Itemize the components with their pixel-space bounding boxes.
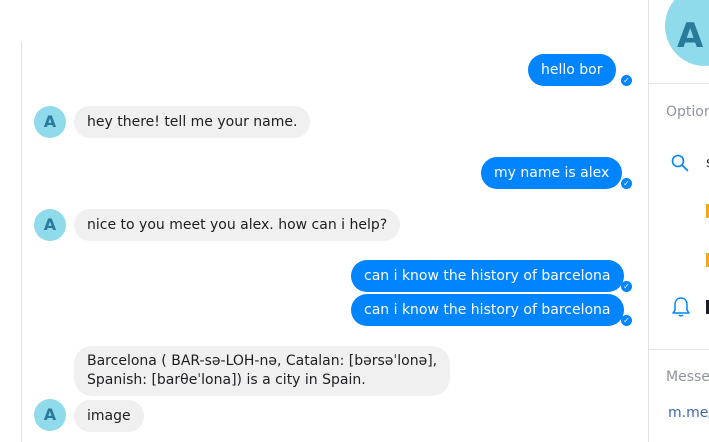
message-incoming: image (74, 400, 144, 432)
sent-check-icon: ✓ (621, 281, 632, 292)
profile-avatar[interactable]: A (665, 0, 709, 66)
sent-check-icon: ✓ (621, 315, 632, 326)
options-heading: Optior (666, 104, 709, 120)
bot-avatar[interactable]: A (34, 399, 66, 431)
message-incoming-multiline: Barcelona ( BAR-sə-LOH-nə, Catalan: [bər… (74, 346, 451, 396)
message-outgoing: hello bor (528, 54, 616, 86)
bell-icon[interactable] (671, 296, 691, 318)
bot-avatar[interactable]: A (34, 106, 66, 138)
message-outgoing: can i know the history of barcelona (351, 294, 624, 326)
bot-avatar[interactable]: A (34, 209, 66, 241)
conversation-panel: hello bor ✓ A hey there! tell me your na… (0, 0, 648, 442)
messenger-heading: Messe (666, 369, 709, 385)
conversation-info-sidebar: A Optior s Messe m.me/ (648, 0, 709, 442)
messenger-link[interactable]: m.me/ (668, 405, 709, 421)
message-outgoing: can i know the history of barcelona (351, 260, 624, 292)
sidebar-divider (649, 349, 709, 350)
message-incoming: hey there! tell me your name. (74, 106, 311, 138)
sidebar-divider (649, 83, 709, 84)
sent-check-icon: ✓ (621, 75, 632, 86)
message-line: Spanish: [barθeˈlona]) is a city in Spai… (87, 372, 366, 388)
message-outgoing: my name is alex (481, 157, 623, 189)
search-icon[interactable] (671, 154, 689, 172)
message-line: Barcelona ( BAR-sə-LOH-nə, Catalan: [bər… (87, 353, 438, 369)
sent-check-icon: ✓ (621, 178, 632, 189)
message-incoming: nice to you meet you alex. how can i hel… (74, 209, 401, 241)
